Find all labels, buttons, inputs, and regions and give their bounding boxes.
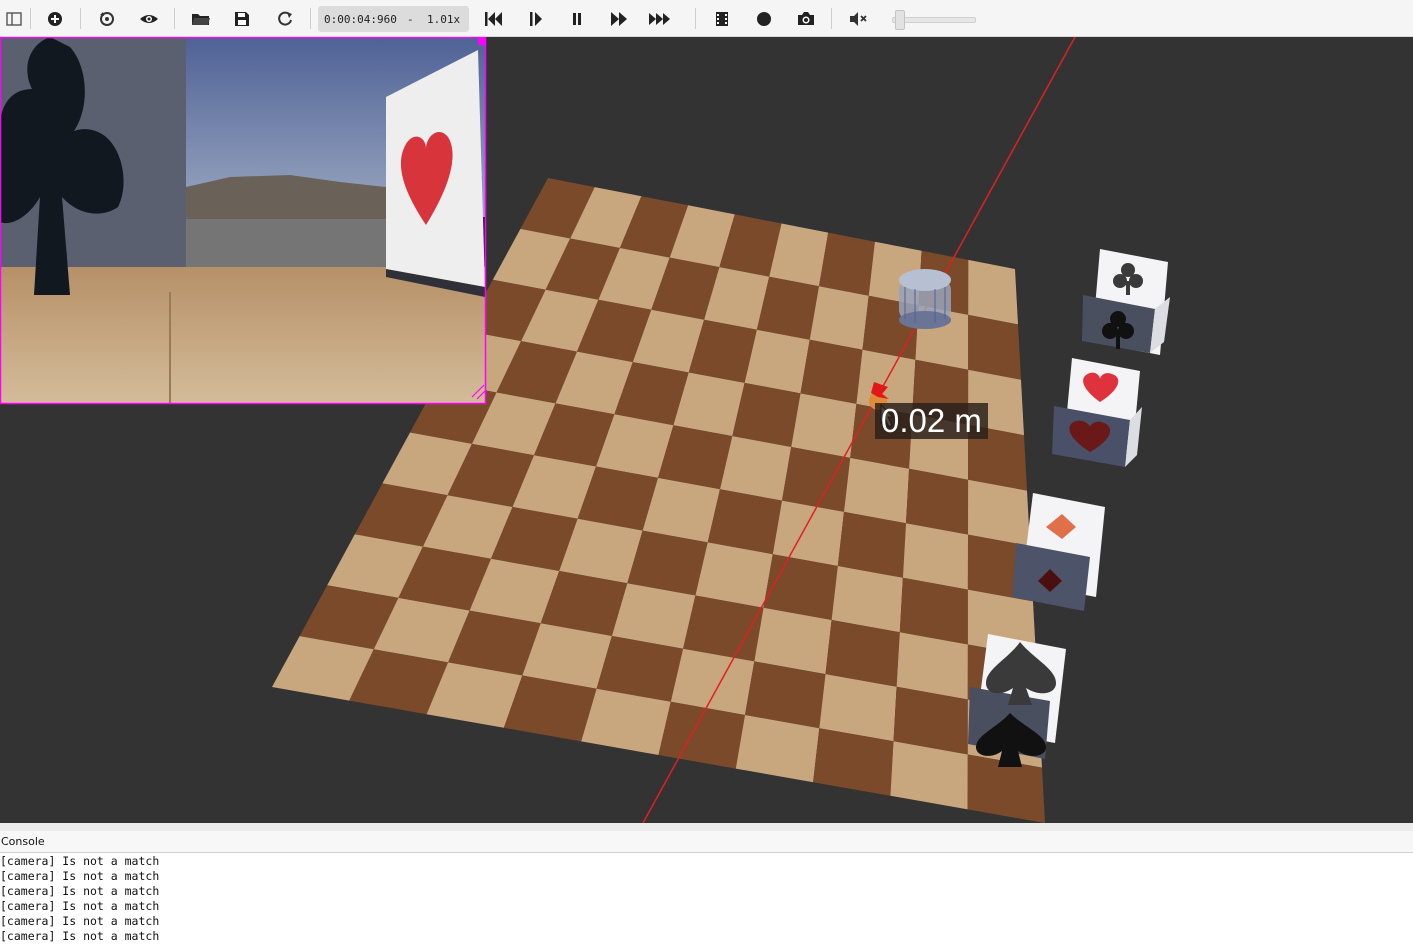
camera-icon[interactable]	[793, 6, 819, 32]
reload-icon[interactable]	[272, 6, 298, 32]
log-line: [camera] Is not a match	[0, 899, 160, 913]
toggle-panel-icon[interactable]	[1, 6, 27, 32]
fastest-icon[interactable]	[647, 6, 673, 32]
mute-icon[interactable]	[845, 6, 871, 32]
toolbar-separator	[80, 8, 81, 29]
add-node-icon[interactable]	[42, 6, 68, 32]
log-line: [camera] Is not a match	[0, 929, 160, 943]
film-icon[interactable]	[709, 6, 735, 32]
pause-icon[interactable]	[564, 6, 590, 32]
log-line: [camera] Is not a match	[0, 869, 160, 883]
camera-overlay	[0, 37, 487, 405]
open-folder-icon[interactable]	[188, 6, 214, 32]
time-display: 0:00:04:960 - 1.01x	[318, 6, 469, 32]
volume-slider-handle[interactable]	[895, 10, 905, 30]
board-square	[906, 468, 969, 535]
board-square	[720, 436, 792, 501]
board-square	[968, 314, 1021, 380]
speed-factor: 1.01x	[427, 13, 461, 26]
console-log: [camera] Is not a match [camera] Is not …	[0, 854, 1413, 951]
board-square	[968, 479, 1030, 546]
toolbar-separator	[30, 8, 31, 29]
save-icon[interactable]	[229, 6, 255, 32]
console-title: Console	[1, 835, 45, 848]
board-square	[809, 286, 869, 350]
robot	[899, 269, 951, 329]
step-back-icon[interactable]	[480, 6, 506, 32]
board-square	[844, 457, 910, 524]
card-cube-heart	[1052, 358, 1142, 467]
step-forward-icon[interactable]	[523, 6, 549, 32]
toolbar-separator	[174, 8, 175, 29]
time-separator: -	[407, 13, 414, 26]
console-header: Console	[0, 831, 1413, 853]
board-square	[800, 339, 863, 404]
card-cube-club	[1082, 249, 1170, 355]
log-line: [camera] Is not a match	[0, 884, 160, 898]
log-line: [camera] Is not a match	[0, 914, 160, 928]
record-icon[interactable]	[751, 6, 777, 32]
toolbar-separator	[831, 8, 832, 29]
toolbar-separator	[695, 8, 696, 29]
board-square	[968, 259, 1018, 325]
3d-viewport[interactable]: 0.02 m	[0, 37, 1413, 823]
scene-canvas	[0, 37, 1170, 823]
reset-view-icon[interactable]	[94, 6, 120, 32]
board-square	[782, 447, 851, 512]
eye-icon[interactable]	[136, 6, 162, 32]
board-square	[732, 382, 801, 447]
toolbar: 0:00:04:960 - 1.01x	[0, 0, 1413, 37]
toolbar-separator	[310, 8, 311, 29]
log-line: [camera] Is not a match	[0, 854, 160, 868]
board-square	[791, 393, 857, 458]
measurement-label: 0.02 m	[875, 403, 988, 439]
simulation-time: 0:00:04:960	[324, 13, 397, 26]
panel-splitter[interactable]	[0, 823, 1413, 831]
fast-forward-icon[interactable]	[606, 6, 632, 32]
board-square	[819, 232, 875, 296]
